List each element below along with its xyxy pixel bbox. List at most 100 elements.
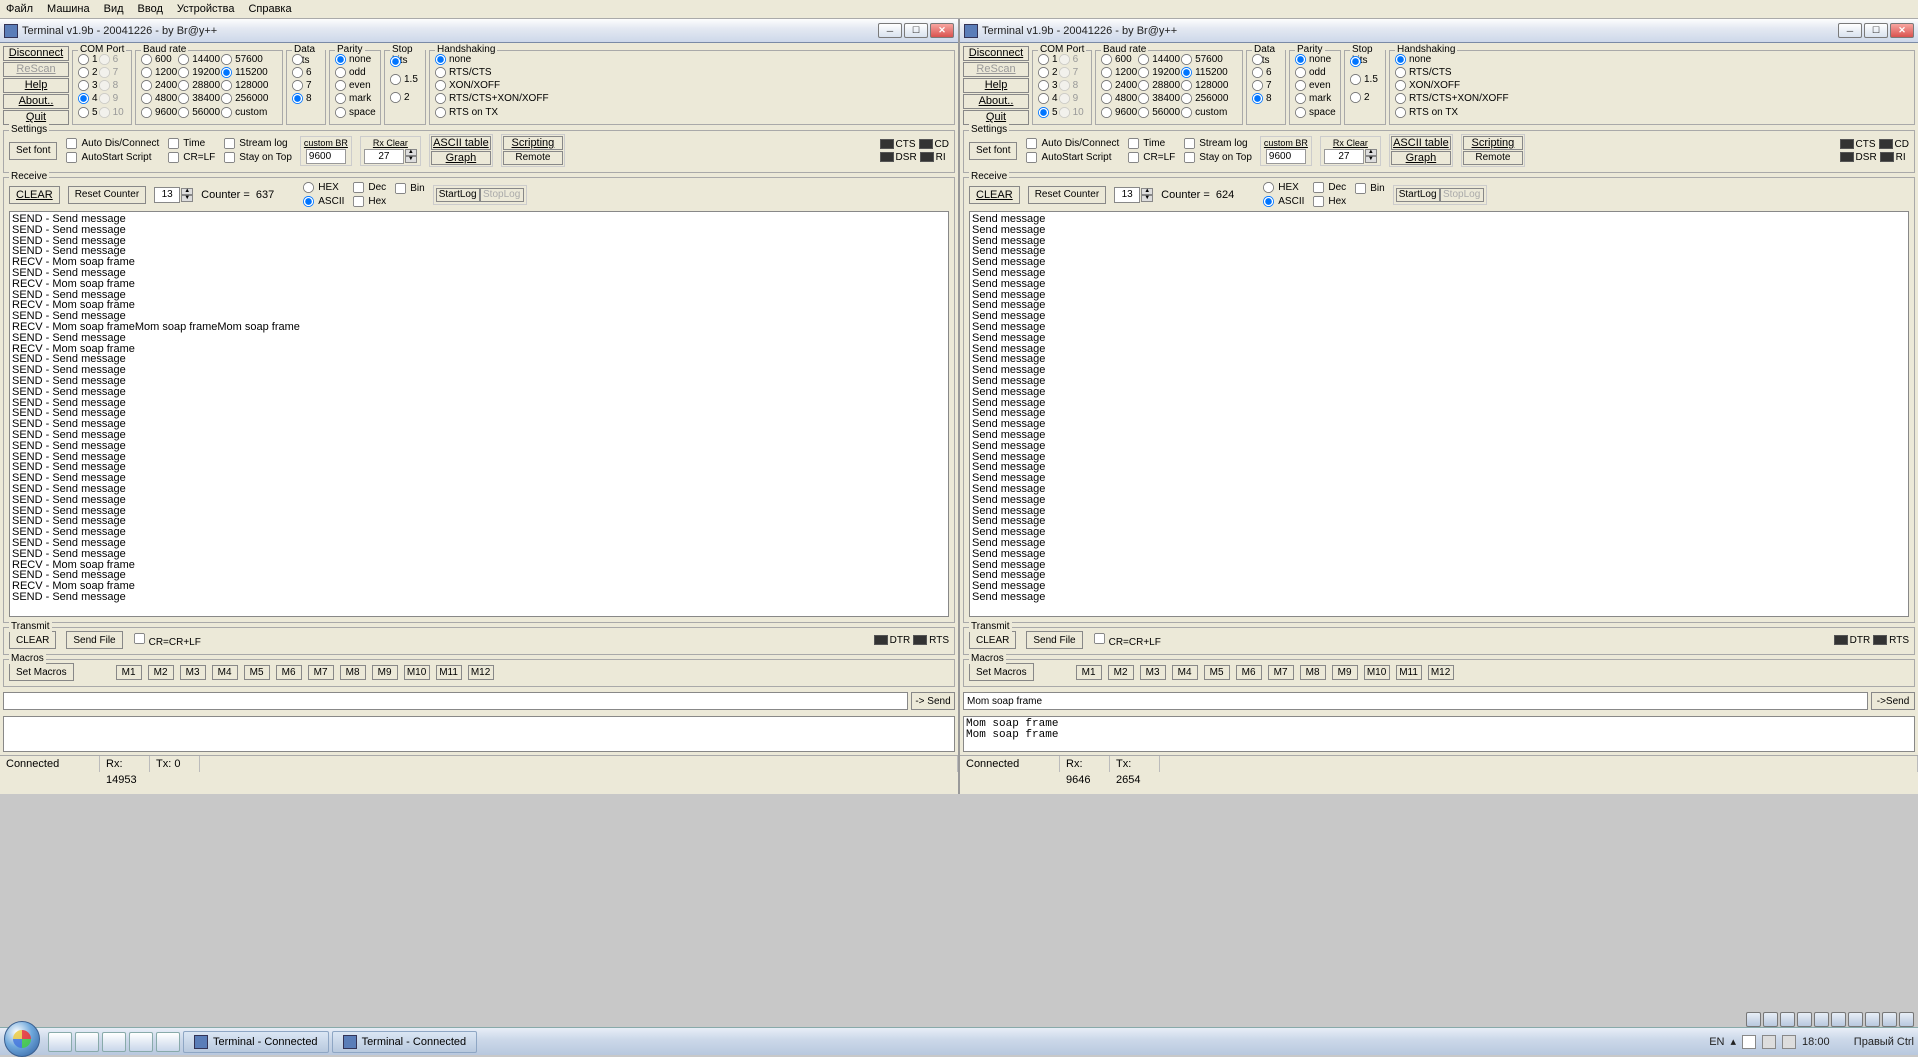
- minimize-button[interactable]: ─: [878, 23, 902, 38]
- macro-button[interactable]: M10: [404, 665, 430, 680]
- databits-radio[interactable]: 8: [1251, 92, 1272, 105]
- macro-button[interactable]: M12: [468, 665, 494, 680]
- handshaking-radio[interactable]: RTS/CTS+XON/XOFF: [1394, 92, 1509, 105]
- recv-spin-input[interactable]: [1114, 187, 1140, 203]
- baud-radio[interactable]: 38400: [177, 92, 220, 105]
- tray-clock[interactable]: 18:00: [1802, 1036, 1830, 1048]
- macro-button[interactable]: M2: [1108, 665, 1134, 680]
- about-button[interactable]: About..: [963, 94, 1029, 109]
- com-port-radio[interactable]: 9: [98, 92, 124, 105]
- com-port-radio[interactable]: 2: [1037, 66, 1058, 79]
- parity-radio[interactable]: even: [1294, 79, 1336, 92]
- com-port-radio[interactable]: 10: [98, 106, 124, 119]
- quit-button[interactable]: Quit: [963, 110, 1029, 125]
- stoplog-button[interactable]: StopLog: [480, 188, 524, 202]
- spin-up[interactable]: ▲: [1141, 188, 1153, 195]
- time-check[interactable]: Time: [1127, 137, 1175, 150]
- com-port-radio[interactable]: 2: [77, 66, 98, 79]
- macro-button[interactable]: M8: [340, 665, 366, 680]
- baud-radio[interactable]: 1200: [1100, 66, 1137, 79]
- crlf-check[interactable]: CR=LF: [1127, 151, 1175, 164]
- crlf-transmit-check[interactable]: CR=CR+LF: [1093, 632, 1161, 648]
- baud-radio[interactable]: 57600: [220, 53, 268, 66]
- tray-volume-icon[interactable]: [1782, 1035, 1796, 1049]
- handshaking-radio[interactable]: RTS on TX: [434, 106, 549, 119]
- tray-chevron-icon[interactable]: ▴: [1731, 1035, 1737, 1048]
- baud-radio[interactable]: 9600: [1100, 106, 1137, 119]
- vm-menu-help[interactable]: Справка: [248, 3, 291, 15]
- recv-clear-button[interactable]: CLEAR: [9, 186, 60, 204]
- vm-menu-input[interactable]: Ввод: [138, 3, 163, 15]
- streamlog-check[interactable]: Stream log: [223, 137, 292, 150]
- receive-textarea[interactable]: SEND - Send messageSEND - Send messageSE…: [9, 211, 949, 617]
- time-check[interactable]: Time: [167, 137, 215, 150]
- close-button[interactable]: ✕: [1890, 23, 1914, 38]
- taskbar-icon[interactable]: [129, 1032, 153, 1052]
- autostart-check[interactable]: AutoStart Script: [1025, 151, 1119, 164]
- ascii-table-button[interactable]: ASCII table: [1391, 136, 1451, 150]
- baud-radio[interactable]: 4800: [1100, 92, 1137, 105]
- spin-down[interactable]: ▼: [1141, 195, 1153, 202]
- set-font-button[interactable]: Set font: [969, 142, 1017, 160]
- set-font-button[interactable]: Set font: [9, 142, 57, 160]
- handshaking-radio[interactable]: RTS/CTS: [434, 66, 549, 79]
- vm-icon[interactable]: [1882, 1012, 1897, 1027]
- tray-flag-icon[interactable]: [1742, 1035, 1756, 1049]
- remote-button[interactable]: Remote: [1463, 151, 1523, 165]
- databits-radio[interactable]: 7: [291, 79, 312, 92]
- macro-button[interactable]: M4: [212, 665, 238, 680]
- graph-button[interactable]: Graph: [1391, 151, 1451, 165]
- baud-radio[interactable]: 128000: [1180, 79, 1228, 92]
- com-port-radio[interactable]: 4: [77, 92, 98, 105]
- disconnect-button[interactable]: Disconnect: [3, 46, 69, 61]
- help-button[interactable]: Help: [3, 78, 69, 93]
- baud-radio[interactable]: 2400: [140, 79, 177, 92]
- macro-button[interactable]: M1: [116, 665, 142, 680]
- stoplog-button[interactable]: StopLog: [1440, 188, 1484, 202]
- scripting-button[interactable]: Scripting: [1463, 136, 1523, 150]
- macro-button[interactable]: M3: [180, 665, 206, 680]
- dtr-indicator[interactable]: DTR: [1834, 635, 1871, 646]
- macro-button[interactable]: M8: [1300, 665, 1326, 680]
- spin-up[interactable]: ▲: [405, 149, 417, 156]
- send-button[interactable]: ->Send: [1871, 692, 1915, 710]
- custom-br-input[interactable]: [306, 149, 346, 164]
- autostart-check[interactable]: AutoStart Script: [65, 151, 159, 164]
- databits-radio[interactable]: 6: [291, 66, 312, 79]
- spin-up[interactable]: ▲: [181, 188, 193, 195]
- output-textarea[interactable]: Mom soap frame Mom soap frame: [963, 716, 1915, 752]
- macro-button[interactable]: M3: [1140, 665, 1166, 680]
- baud-radio[interactable]: 19200: [1137, 66, 1180, 79]
- taskbar-task[interactable]: Terminal - Connected: [183, 1031, 329, 1053]
- vm-icon[interactable]: [1831, 1012, 1846, 1027]
- parity-radio[interactable]: mark: [1294, 92, 1336, 105]
- macro-button[interactable]: M4: [1172, 665, 1198, 680]
- autodis-check[interactable]: Auto Dis/Connect: [65, 137, 159, 150]
- macro-button[interactable]: M6: [276, 665, 302, 680]
- taskbar-icon[interactable]: [102, 1032, 126, 1052]
- baud-radio[interactable]: 4800: [140, 92, 177, 105]
- recv-clear-button[interactable]: CLEAR: [969, 186, 1020, 204]
- trans-clear-button[interactable]: CLEAR: [9, 631, 56, 649]
- vm-icon[interactable]: [1780, 1012, 1795, 1027]
- baud-radio[interactable]: 38400: [1137, 92, 1180, 105]
- vm-icon[interactable]: [1865, 1012, 1880, 1027]
- bin-check[interactable]: Bin: [394, 182, 424, 195]
- minimize-button[interactable]: ─: [1838, 23, 1862, 38]
- com-port-radio[interactable]: 9: [1058, 92, 1084, 105]
- set-macros-button[interactable]: Set Macros: [969, 663, 1034, 681]
- send-input[interactable]: [3, 692, 908, 710]
- send-input[interactable]: [963, 692, 1868, 710]
- rts-indicator[interactable]: RTS: [1873, 635, 1909, 646]
- help-button[interactable]: Help: [963, 78, 1029, 93]
- send-file-button[interactable]: Send File: [66, 631, 122, 649]
- handshaking-radio[interactable]: RTS on TX: [1394, 106, 1509, 119]
- vm-icon[interactable]: [1797, 1012, 1812, 1027]
- reset-counter-button[interactable]: Reset Counter: [1028, 186, 1106, 204]
- crlf-transmit-check[interactable]: CR=CR+LF: [133, 632, 201, 648]
- macro-button[interactable]: M12: [1428, 665, 1454, 680]
- vm-menu-devices[interactable]: Устройства: [177, 3, 235, 15]
- baud-radio[interactable]: custom: [1180, 106, 1228, 119]
- macro-button[interactable]: M6: [1236, 665, 1262, 680]
- rts-indicator[interactable]: RTS: [913, 635, 949, 646]
